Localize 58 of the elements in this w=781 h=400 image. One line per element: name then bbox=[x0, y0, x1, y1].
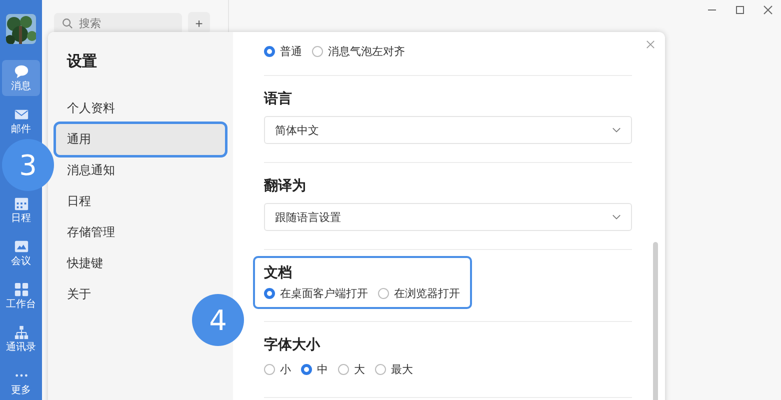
section-title: 翻译为 bbox=[264, 177, 307, 195]
section-title: 字体大小 bbox=[264, 336, 322, 354]
dialog-title: 设置 bbox=[66, 52, 97, 71]
search-field[interactable]: 搜索 bbox=[54, 12, 182, 34]
chevron-down-icon bbox=[612, 214, 621, 220]
mail-icon bbox=[14, 107, 28, 122]
radio-button[interactable] bbox=[301, 364, 312, 375]
radio-button[interactable] bbox=[375, 364, 386, 375]
nav-item[interactable]: 关于 bbox=[56, 279, 95, 310]
nav-item[interactable]: 个人资料 bbox=[56, 93, 119, 124]
dropdown[interactable]: 跟随语言设置 bbox=[264, 203, 632, 231]
rail-label: 通讯录 bbox=[6, 343, 36, 353]
radio-button[interactable] bbox=[378, 288, 389, 299]
maximize-icon[interactable] bbox=[735, 5, 745, 15]
chevron-down-icon bbox=[612, 127, 621, 133]
nav-item[interactable]: 快捷键 bbox=[56, 248, 107, 279]
nav-item[interactable]: 日程 bbox=[56, 186, 95, 217]
rail-label: 日程 bbox=[11, 214, 31, 224]
rail-item[interactable]: 更多 bbox=[2, 364, 40, 400]
radio-option[interactable]: 在浏览器打开 bbox=[378, 286, 460, 301]
nav-item[interactable]: 存储管理 bbox=[56, 217, 119, 248]
radio-button[interactable] bbox=[264, 288, 275, 299]
rail-item[interactable]: 工作台 bbox=[2, 278, 40, 314]
rail-item[interactable]: 日程 bbox=[2, 192, 40, 228]
nav-item[interactable]: 通用 bbox=[56, 124, 225, 155]
rail-label: 工作台 bbox=[6, 300, 36, 310]
mountain-icon bbox=[14, 239, 28, 254]
radio-option[interactable]: 大 bbox=[338, 362, 365, 377]
radio-button[interactable] bbox=[338, 364, 349, 375]
add-button[interactable]: + bbox=[188, 12, 210, 34]
radio-option[interactable]: 在桌面客户端打开 bbox=[264, 286, 368, 301]
radio-option[interactable]: 最大 bbox=[375, 362, 413, 377]
rail-item[interactable]: 邮件 bbox=[2, 103, 40, 139]
close-icon[interactable] bbox=[646, 40, 655, 49]
rail-label: 更多 bbox=[11, 386, 31, 396]
radio-button[interactable] bbox=[264, 46, 275, 57]
calendar-icon bbox=[14, 196, 28, 211]
scrollbar[interactable] bbox=[653, 242, 658, 400]
section-title: 文档 bbox=[264, 264, 293, 282]
rail-item[interactable]: 会议 bbox=[2, 235, 40, 271]
radio-option[interactable]: 消息气泡左对齐 bbox=[312, 44, 405, 59]
dropdown[interactable]: 简体中文 bbox=[264, 116, 632, 144]
rail-label: 邮件 bbox=[11, 125, 31, 135]
radio-button[interactable] bbox=[264, 364, 275, 375]
close-icon[interactable] bbox=[763, 5, 773, 15]
nav-item[interactable]: 消息通知 bbox=[56, 155, 119, 186]
radio-option[interactable]: 普通 bbox=[264, 44, 302, 59]
radio-button[interactable] bbox=[312, 46, 323, 57]
rail-item[interactable]: 通讯录 bbox=[2, 321, 40, 357]
radio-option[interactable]: 中 bbox=[301, 362, 328, 377]
section-title: 语言 bbox=[264, 90, 293, 108]
rail-label: 会议 bbox=[11, 257, 31, 267]
grid-icon bbox=[14, 282, 28, 297]
search-icon bbox=[62, 18, 73, 29]
org-chart-icon bbox=[14, 325, 28, 340]
radio-option[interactable]: 小 bbox=[264, 362, 291, 377]
chat-bubble-icon bbox=[14, 64, 28, 79]
rail-label: 消息 bbox=[11, 82, 31, 92]
